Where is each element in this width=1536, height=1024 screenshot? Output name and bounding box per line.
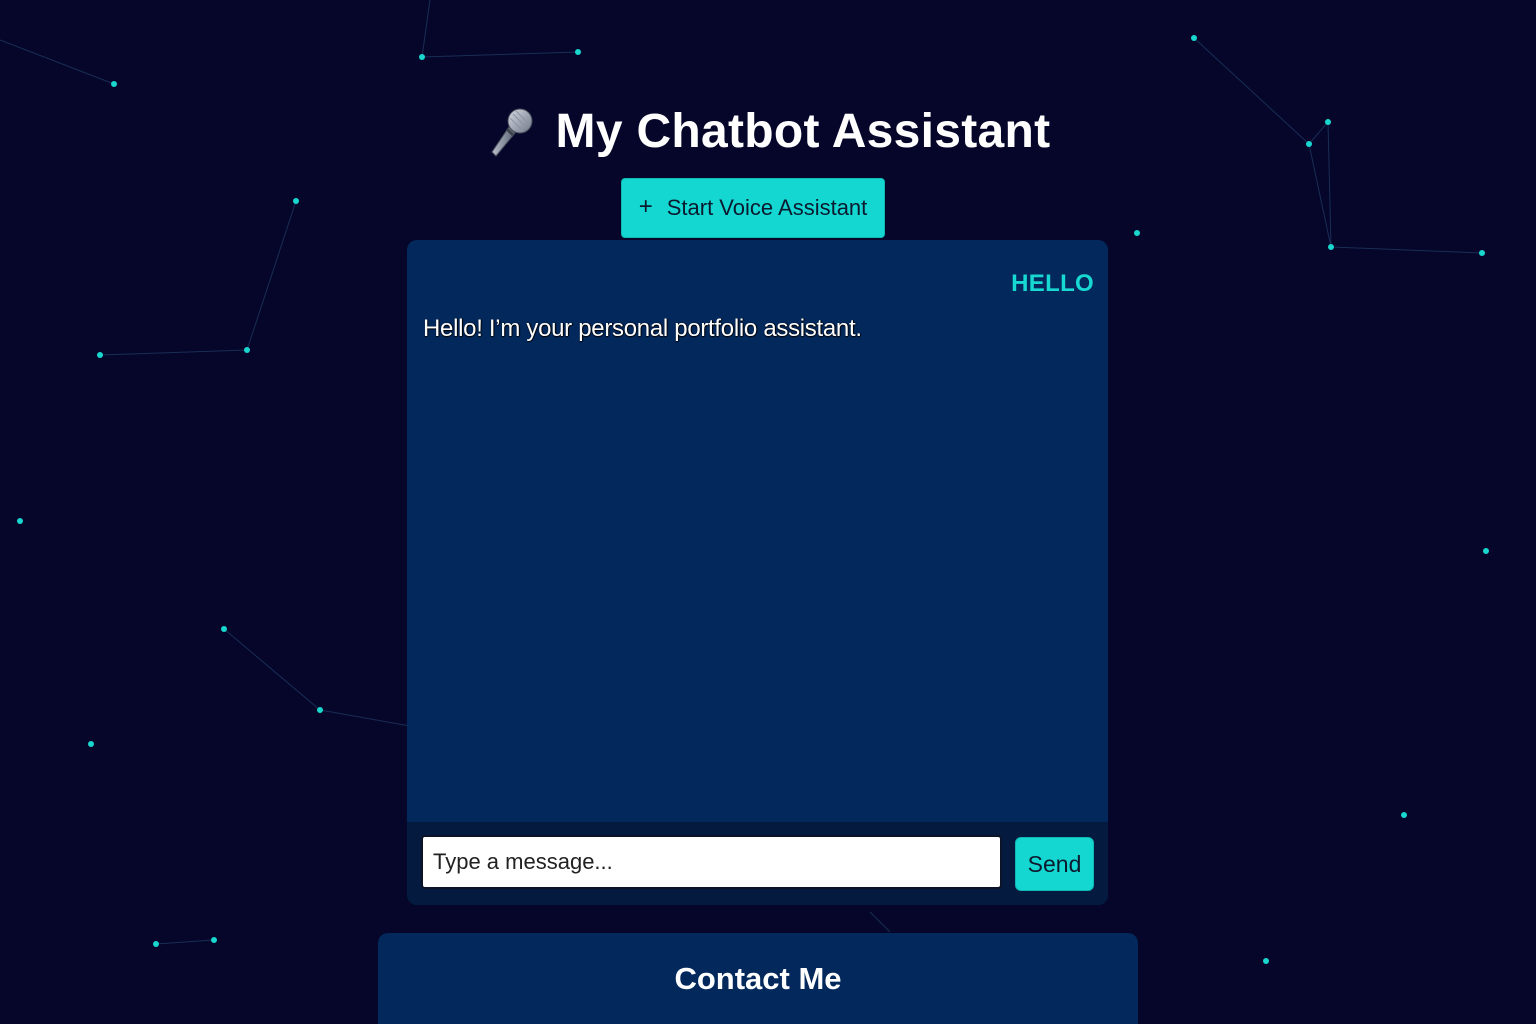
send-button[interactable]: Send xyxy=(1015,837,1094,891)
chat-messages: HELLO Hello! I’m your personal portfolio… xyxy=(407,240,1108,822)
microphone-icon xyxy=(486,106,538,158)
chat-panel: HELLO Hello! I’m your personal portfolio… xyxy=(407,240,1108,905)
page: My Chatbot Assistant + Start Voice Assis… xyxy=(0,0,1536,1024)
message-input[interactable] xyxy=(421,835,1002,889)
user-message: HELLO xyxy=(1011,270,1094,297)
page-title: My Chatbot Assistant xyxy=(555,105,1051,158)
start-voice-assistant-button[interactable]: + Start Voice Assistant xyxy=(621,178,885,238)
page-header: My Chatbot Assistant xyxy=(0,104,1536,159)
contact-section: Contact Me xyxy=(378,933,1138,1024)
contact-title: Contact Me xyxy=(674,961,842,996)
bot-message: Hello! I’m your personal portfolio assis… xyxy=(423,315,862,342)
chat-input-bar: Send xyxy=(407,822,1108,905)
start-voice-assistant-label: Start Voice Assistant xyxy=(666,195,868,220)
plus-icon: + xyxy=(638,192,653,220)
